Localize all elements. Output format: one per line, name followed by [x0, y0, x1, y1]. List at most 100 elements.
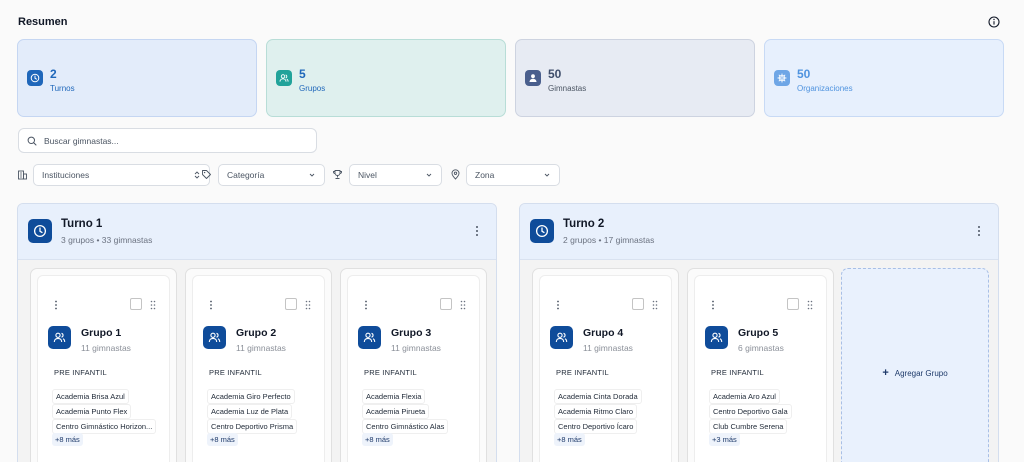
group-select-checkbox[interactable]	[632, 298, 644, 310]
chevron-up-down-icon	[194, 171, 200, 179]
group-count: 11 gimnastas	[81, 343, 131, 353]
more-vertical-icon[interactable]	[977, 225, 981, 237]
more-institutions-badge[interactable]: +8 más	[554, 433, 585, 446]
stat-label: Organizaciones	[797, 84, 853, 93]
more-vertical-icon[interactable]	[364, 300, 368, 310]
group-card-body: Grupo 4 11 gimnastas PRE INFANTIL Academ…	[539, 275, 672, 462]
more-vertical-icon[interactable]	[54, 300, 58, 310]
group-select-checkbox[interactable]	[285, 298, 297, 310]
more-vertical-icon[interactable]	[209, 300, 213, 310]
users-icon	[276, 70, 292, 86]
group-card[interactable]: Grupo 3 11 gimnastas PRE INFANTIL Academ…	[340, 268, 487, 462]
level-select-value: Nivel	[358, 170, 377, 180]
more-institutions-badge[interactable]: +8 más	[362, 433, 393, 446]
institution-chip: Centro Gimnástico Horizon...	[52, 419, 157, 434]
turno-subtitle: 2 grupos • 17 gimnastas	[563, 235, 655, 245]
gear-icon	[774, 70, 790, 86]
group-count: 11 gimnastas	[391, 343, 441, 353]
trophy-icon	[332, 170, 343, 179]
group-card[interactable]: Grupo 4 11 gimnastas PRE INFANTIL Academ…	[532, 268, 679, 462]
search-icon	[27, 136, 37, 145]
turno-title: Turno 1	[61, 218, 103, 230]
stat-value: 2	[50, 67, 57, 81]
drag-handle-icon[interactable]	[150, 300, 156, 310]
institutions-select[interactable]: Instituciones	[33, 164, 210, 186]
chevron-down-icon	[426, 173, 432, 177]
page-title: Resumen	[18, 16, 68, 28]
group-card-body: Grupo 3 11 gimnastas PRE INFANTIL Academ…	[347, 275, 480, 462]
group-card-body: Grupo 2 11 gimnastas PRE INFANTIL Academ…	[192, 275, 325, 462]
institution-chip: Academia Aro Azul	[709, 389, 780, 404]
more-vertical-icon[interactable]	[556, 300, 560, 310]
group-category: PRE INFANTIL	[54, 368, 107, 377]
turno-header: Turno 2 2 grupos • 17 gimnastas	[520, 204, 998, 260]
group-card[interactable]: Grupo 5 6 gimnastas PRE INFANTIL Academi…	[687, 268, 834, 462]
group-count: 6 gimnastas	[738, 343, 784, 353]
group-category: PRE INFANTIL	[364, 368, 417, 377]
chevron-down-icon	[544, 173, 550, 177]
drag-handle-icon[interactable]	[305, 300, 311, 310]
turno-panel-1: Turno 1 3 grupos • 33 gimnastas Grupo 1 …	[17, 203, 497, 462]
users-icon	[48, 326, 71, 349]
zone-select-value: Zona	[475, 170, 495, 180]
group-count: 11 gimnastas	[583, 343, 633, 353]
institution-chip: Academia Pirueta	[362, 404, 430, 419]
search-input[interactable]	[44, 135, 294, 146]
group-select-checkbox[interactable]	[130, 298, 142, 310]
stat-label: Grupos	[299, 84, 326, 93]
drag-handle-icon[interactable]	[460, 300, 466, 310]
stats-row: 2 Turnos 5 Grupos 50 Gimnastas 50 Organi…	[17, 39, 1004, 117]
search-box[interactable]	[18, 128, 317, 153]
stat-card-grupos: 5 Grupos	[266, 39, 506, 117]
group-name: Grupo 5	[738, 327, 779, 339]
turno-header: Turno 1 3 grupos • 33 gimnastas	[18, 204, 496, 260]
group-card[interactable]: Grupo 2 11 gimnastas PRE INFANTIL Academ…	[185, 268, 332, 462]
drag-handle-icon[interactable]	[807, 300, 813, 310]
group-name: Grupo 4	[583, 327, 624, 339]
group-select-checkbox[interactable]	[440, 298, 452, 310]
turno-panel-2: Turno 2 2 grupos • 17 gimnastas Grupo 4 …	[519, 203, 999, 462]
group-category: PRE INFANTIL	[556, 368, 609, 377]
more-institutions-badge[interactable]: +8 más	[52, 433, 83, 446]
drag-handle-icon[interactable]	[652, 300, 658, 310]
group-category: PRE INFANTIL	[209, 368, 262, 377]
institution-chip: Academia Ritmo Claro	[554, 404, 638, 419]
plus-icon: +	[882, 367, 889, 379]
institution-chip: Centro Deportivo Prisma	[207, 419, 298, 434]
clock-icon	[28, 219, 52, 243]
add-group-button[interactable]: + Agregar Grupo	[841, 268, 989, 462]
more-vertical-icon[interactable]	[711, 300, 715, 310]
tag-icon	[202, 170, 211, 179]
group-name: Grupo 2	[236, 327, 277, 339]
stat-label: Gimnastas	[548, 84, 587, 93]
user-icon	[525, 70, 541, 86]
category-select[interactable]: Categoría	[218, 164, 325, 186]
level-select[interactable]: Nivel	[349, 164, 442, 186]
more-vertical-icon[interactable]	[475, 225, 479, 237]
group-name: Grupo 1	[81, 327, 122, 339]
turno-title: Turno 2	[563, 218, 605, 230]
group-select-checkbox[interactable]	[787, 298, 799, 310]
stat-card-organizaciones: 50 Organizaciones	[764, 39, 1004, 117]
institution-chip: Academia Luz de Plata	[207, 404, 293, 419]
users-icon	[203, 326, 226, 349]
institution-chip: Academia Giro Perfecto	[207, 389, 295, 404]
users-icon	[550, 326, 573, 349]
more-institutions-badge[interactable]: +8 más	[207, 433, 238, 446]
more-institutions-badge[interactable]: +3 más	[709, 433, 740, 446]
stat-label: Turnos	[50, 84, 75, 93]
users-icon	[705, 326, 728, 349]
info-icon[interactable]	[988, 16, 1000, 28]
zone-select[interactable]: Zona	[466, 164, 560, 186]
chevron-down-icon	[309, 173, 315, 177]
stat-value: 50	[797, 67, 811, 81]
clock-icon	[530, 219, 554, 243]
group-card[interactable]: Grupo 1 11 gimnastas PRE INFANTIL Academ…	[30, 268, 177, 462]
group-category: PRE INFANTIL	[711, 368, 764, 377]
users-icon	[358, 326, 381, 349]
stat-value: 50	[548, 67, 562, 81]
institution-chip: Club Cumbre Serena	[709, 419, 788, 434]
institution-chip: Centro Deportivo Ícaro	[554, 419, 638, 434]
institution-chip: Academia Cinta Dorada	[554, 389, 642, 404]
map-pin-icon	[451, 169, 460, 180]
